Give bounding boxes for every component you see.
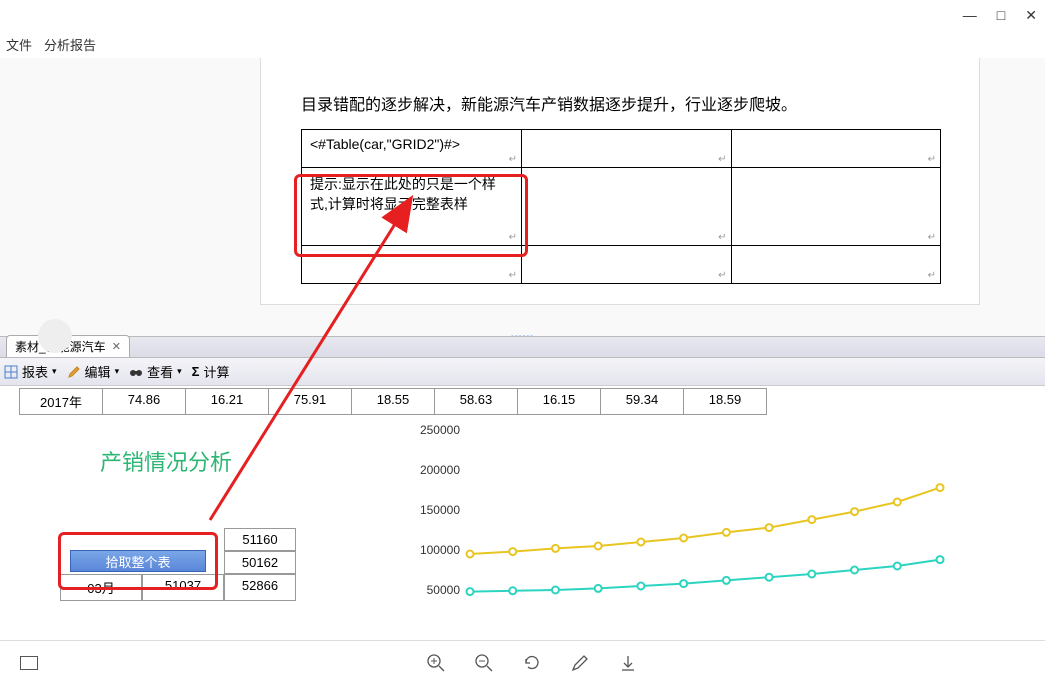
bottom-toolbar <box>0 640 1045 684</box>
svg-text:150000: 150000 <box>420 503 460 517</box>
document-area: 目录错配的逐步解决，新能源汽车产销数据逐步提升，行业逐步爬坡。 <#Table(… <box>0 58 1045 336</box>
svg-text:100000: 100000 <box>420 543 460 557</box>
empty-cell[interactable]: ↵ <box>731 130 941 168</box>
template-table[interactable]: <#Table(car,"GRID2")#>↵ ↵ ↵ 提示:显示在此处的只是一… <box>301 129 941 284</box>
toolbar-table[interactable]: 报表▾ <box>4 362 57 381</box>
minimize-button[interactable]: — <box>963 7 977 23</box>
template-tag-cell[interactable]: <#Table(car,"GRID2")#>↵ <box>302 130 522 168</box>
mini-cell[interactable]: 51160 <box>224 528 296 551</box>
download-icon[interactable] <box>618 653 638 673</box>
hint-cell[interactable]: 提示:显示在此处的只是一个样式,计算时将显示完整表样↵ <box>302 168 522 246</box>
mini-cell[interactable]: 51037 <box>142 574 224 601</box>
grid-icon <box>4 365 18 379</box>
mini-cell[interactable]: 50162 <box>224 551 296 574</box>
menu-file[interactable]: 文件 <box>6 35 32 54</box>
maximize-button[interactable]: □ <box>997 7 1005 23</box>
mini-cell[interactable]: 52866 <box>224 574 296 601</box>
zoom-in-icon[interactable] <box>426 653 446 673</box>
svg-text:200000: 200000 <box>420 463 460 477</box>
svg-text:250000: 250000 <box>420 423 460 437</box>
toolbar-edit[interactable]: 编辑▾ <box>67 362 120 381</box>
edit-icon[interactable] <box>570 653 590 673</box>
empty-cell[interactable]: ↵ <box>731 246 941 284</box>
toolbar-calc[interactable]: Σ 计算 <box>192 362 230 381</box>
menu-bar: 文件 分析报告 <box>0 30 1045 58</box>
data-cell[interactable]: 75.91 <box>268 388 352 415</box>
panel-toolbar: 报表▾ 编辑▾ 查看▾ Σ 计算 <box>0 358 1045 386</box>
sigma-icon: Σ <box>192 364 200 379</box>
data-cell[interactable]: 18.59 <box>683 388 767 415</box>
window-titlebar: — □ ✕ <box>0 0 1045 30</box>
data-cell[interactable]: 18.55 <box>351 388 435 415</box>
data-cell[interactable]: 16.21 <box>185 388 269 415</box>
layout-icon[interactable] <box>20 656 38 670</box>
pickup-table-button[interactable]: 拾取整个表 <box>70 550 206 572</box>
data-summary-row: 2017年 74.86 16.21 75.91 18.55 58.63 16.1… <box>20 388 1045 415</box>
tab-material[interactable]: 素材_新能源汽车 ✕ <box>6 335 130 357</box>
pencil-icon <box>67 365 81 379</box>
empty-cell[interactable]: ↵ <box>731 168 941 246</box>
binoculars-icon <box>129 365 143 379</box>
line-chart: 50000 100000 150000 200000 250000 <box>400 420 960 600</box>
tab-strip: 素材_新能源汽车 ✕ <box>0 336 1045 358</box>
menu-report[interactable]: 分析报告 <box>44 35 96 54</box>
data-cell[interactable]: 16.15 <box>517 388 601 415</box>
close-button[interactable]: ✕ <box>1025 7 1037 24</box>
document-page: 目录错配的逐步解决，新能源汽车产销数据逐步提升，行业逐步爬坡。 <#Table(… <box>260 58 980 305</box>
empty-cell[interactable]: ↵ <box>302 246 522 284</box>
data-cell[interactable]: 59.34 <box>600 388 684 415</box>
empty-cell[interactable]: ↵ <box>522 168 732 246</box>
svg-text:50000: 50000 <box>427 583 461 597</box>
tab-close-icon[interactable]: ✕ <box>112 340 121 353</box>
data-cell[interactable]: 74.86 <box>102 388 186 415</box>
mini-cell-month[interactable]: 03月 <box>60 574 142 601</box>
refresh-icon[interactable] <box>522 653 542 673</box>
empty-cell[interactable]: ↵ <box>522 246 732 284</box>
empty-cell[interactable]: ↵ <box>522 130 732 168</box>
data-cell[interactable]: 58.63 <box>434 388 518 415</box>
toolbar-view[interactable]: 查看▾ <box>129 362 182 381</box>
zoom-out-icon[interactable] <box>474 653 494 673</box>
paragraph-text: 目录错配的逐步解决，新能源汽车产销数据逐步提升，行业逐步爬坡。 <box>301 91 939 115</box>
cell-year[interactable]: 2017年 <box>19 388 103 415</box>
tab-label: 素材_新能源汽车 <box>15 338 106 355</box>
